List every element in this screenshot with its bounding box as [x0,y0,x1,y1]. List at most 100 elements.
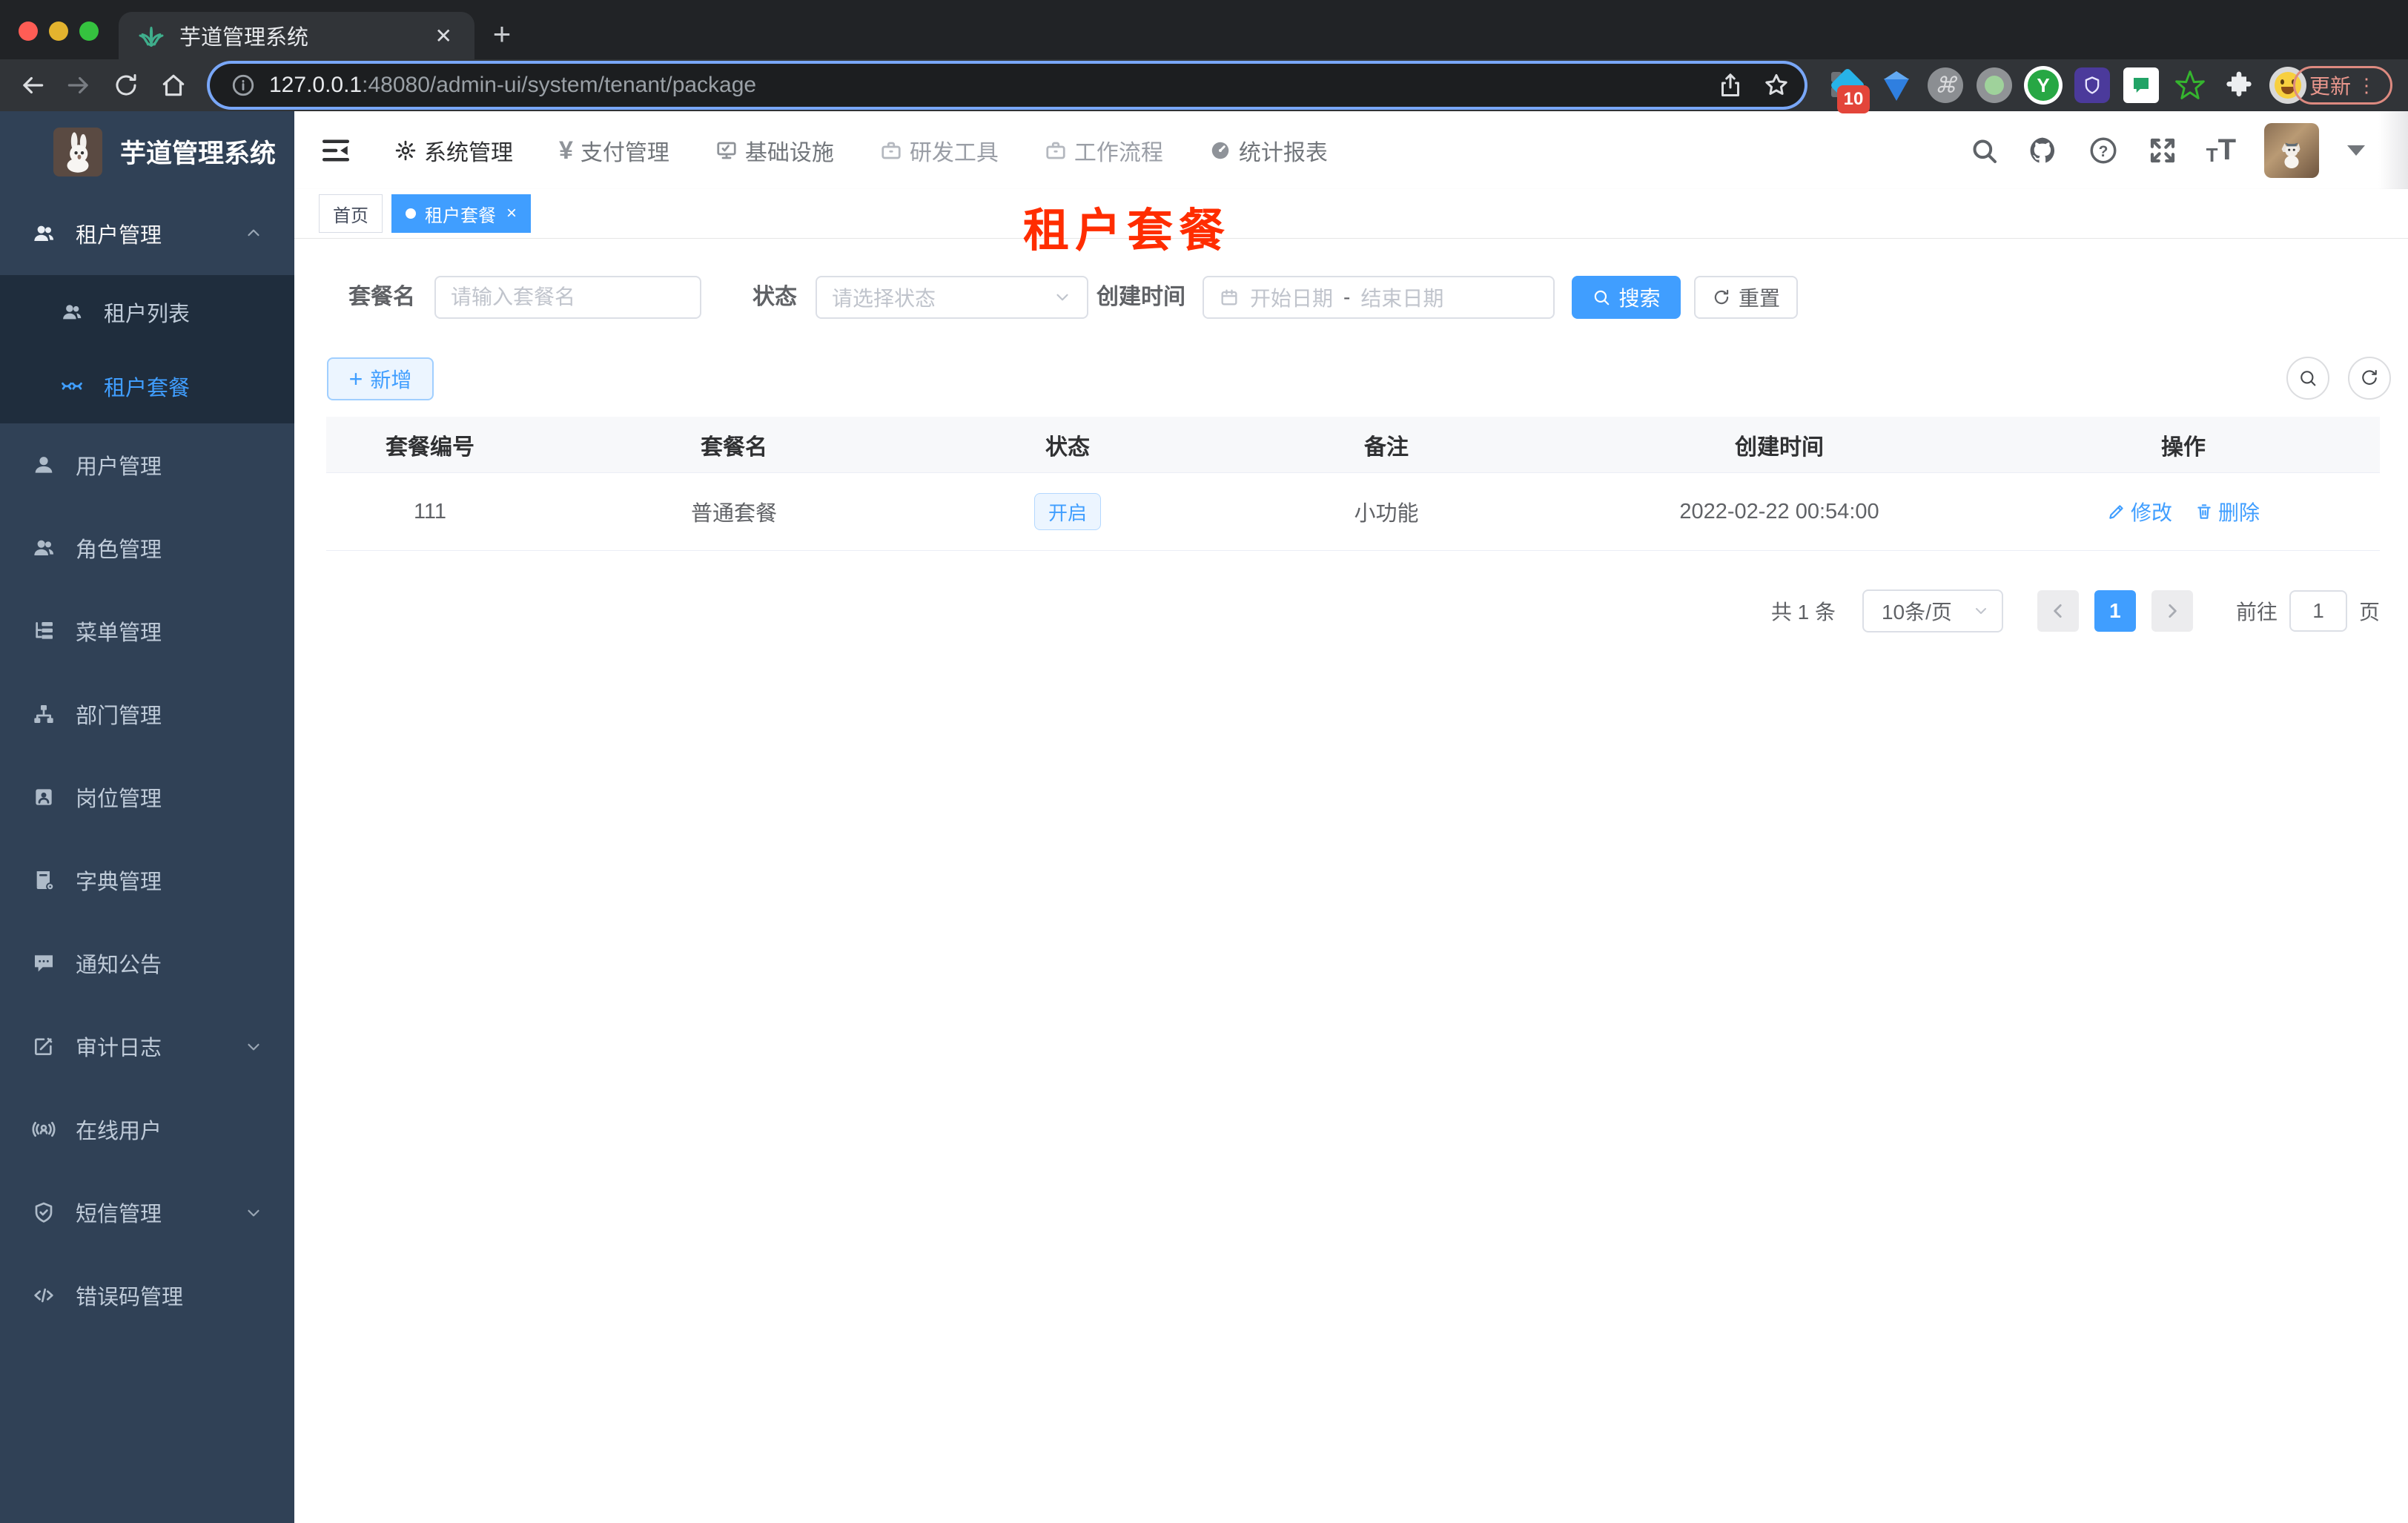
sidebar-collapse-icon[interactable] [319,133,353,168]
table-search-toggle-icon[interactable] [2286,357,2329,400]
fullscreen-icon[interactable] [2147,135,2178,166]
nav-label: 支付管理 [580,140,669,165]
eye-lashes-icon [61,375,83,397]
font-size-icon[interactable]: TT [2206,133,2236,167]
nav-item-system[interactable]: 系统管理 [394,134,513,167]
nav-item-reports[interactable]: 统计报表 [1209,134,1328,167]
sidebar-item-audit-log[interactable]: 审计日志 [0,1005,294,1088]
help-icon[interactable]: ? [2088,135,2119,166]
window-zoom-button[interactable] [79,22,99,41]
date-separator: - [1343,285,1351,308]
new-tab-button[interactable]: + [483,16,520,53]
extension-y-icon[interactable]: Y [2024,66,2063,105]
window-close-button[interactable] [19,22,38,41]
sidebar-item-tenant-list[interactable]: 租户列表 [0,275,294,349]
filter-date-label: 创建时间 [1096,285,1185,309]
reload-icon[interactable] [110,69,142,102]
date-range-picker[interactable]: 开始日期 - 结束日期 [1203,276,1555,319]
package-name-input[interactable] [434,276,701,319]
tag-close-icon[interactable]: × [506,203,517,224]
sidebar-item-online-users[interactable]: 在线用户 [0,1088,294,1171]
browser-update-button[interactable]: 更新 ⋮ [2293,66,2392,105]
goto-page-input[interactable] [2289,590,2347,632]
nav-item-workflow[interactable]: 工作流程 [1045,134,1163,167]
search-button[interactable]: 搜索 [1572,276,1681,319]
back-icon[interactable] [16,69,49,102]
site-info-icon[interactable] [231,73,256,98]
trash-icon [2194,502,2214,521]
page-size-select[interactable]: 10条/页 [1862,589,2003,632]
reset-button[interactable]: 重置 [1694,276,1798,319]
tab-close-icon[interactable]: ✕ [435,24,452,48]
extension-record-icon[interactable] [1975,66,2014,105]
user-avatar[interactable] [2264,122,2319,178]
browser-menu-dots-icon[interactable]: ⋮ [2357,74,2376,97]
tag-home[interactable]: 首页 [319,194,383,233]
browser-tab[interactable]: 芋道管理系统 ✕ [119,12,474,59]
nav-item-infra[interactable]: 基础设施 [715,134,834,167]
search-icon [1592,288,1611,307]
avatar-dropdown-caret-icon[interactable] [2347,145,2365,156]
sidebar-item-notice[interactable]: 通知公告 [0,922,294,1005]
share-icon[interactable] [1717,72,1744,99]
sidebar-item-error-code[interactable]: 错误码管理 [0,1254,294,1337]
table-refresh-icon[interactable] [2348,357,2391,400]
sidebar-item-label: 租户列表 [104,303,191,326]
bookmark-star-icon[interactable] [1763,72,1790,99]
sidebar-item-tenant-mgmt[interactable]: 租户管理 [0,192,294,275]
sidebar-item-label: 短信管理 [76,1203,162,1226]
sidebar-item-post-mgmt[interactable]: 岗位管理 [0,756,294,839]
sidebar-item-dept-mgmt[interactable]: 部门管理 [0,673,294,756]
status-select[interactable]: 请选择状态 [816,276,1088,319]
search-icon[interactable] [1969,136,1999,165]
filter-status-label: 状态 [752,285,797,309]
nav-label: 统计报表 [1238,140,1328,165]
nav-item-payment[interactable]: ¥ 支付管理 [559,134,669,167]
forward-icon[interactable] [62,69,95,102]
extension-shield-icon[interactable] [2073,66,2111,105]
id-badge-icon [31,785,56,809]
nav-label: 系统管理 [424,140,513,165]
page-unit-label: 页 [2358,601,2380,624]
main-area: 系统管理 ¥ 支付管理 基础设施 研发工具 工作流程 统计报表 ? T T 首页… [294,111,2408,1523]
sidebar-item-user-mgmt[interactable]: 用户管理 [0,423,294,506]
sidebar-item-dict-mgmt[interactable]: 字典管理 [0,839,294,922]
edit-link[interactable]: 修改 [2107,497,2172,526]
table-row: 111 普通套餐 开启 小功能 2022-02-22 00:54:00 修改 删… [326,473,2380,551]
tag-tenant-package[interactable]: 租户套餐 × [391,194,532,233]
github-icon[interactable] [2027,134,2060,167]
sidebar-item-label: 用户管理 [76,455,162,479]
url-bar[interactable]: 127.0.0.1:48080/admin-ui/system/tenant/p… [210,64,1805,107]
cell-actions: 修改 删除 [1987,473,2380,550]
prev-page-button[interactable] [2037,590,2079,632]
sidebar-logo-row[interactable]: 芋道管理系统 [0,111,294,192]
sidebar-item-tenant-package[interactable]: 租户套餐 [0,349,294,423]
svg-text:?: ? [2098,142,2108,159]
shield-check-icon [31,1200,56,1224]
peoples-icon [61,301,83,323]
window-minimize-button[interactable] [49,22,68,41]
broadcast-icon [31,1117,56,1141]
extension-puzzle-icon[interactable] [2220,66,2258,105]
extension-diamond-icon[interactable]: 10 [1828,66,1870,113]
add-button[interactable]: + 新增 [327,357,434,400]
next-page-button[interactable] [2151,590,2193,632]
page-number-current[interactable]: 1 [2094,590,2136,632]
sidebar-item-role-mgmt[interactable]: 角色管理 [0,506,294,589]
sidebar-item-label: 租户套餐 [104,377,191,400]
nav-label: 研发工具 [909,140,999,165]
home-icon[interactable] [157,69,190,102]
sidebar-item-menu-mgmt[interactable]: 菜单管理 [0,589,294,673]
sidebar-item-sms-mgmt[interactable]: 短信管理 [0,1171,294,1254]
extension-command-icon[interactable]: ⌘ [1926,66,1965,105]
extension-gem-icon[interactable] [1877,66,1916,105]
url-path: :48080/admin-ui/system/tenant/package [362,73,757,97]
extension-star-icon[interactable] [2171,66,2209,105]
monitor-icon [715,139,738,162]
nav-item-dev-tools[interactable]: 研发工具 [880,134,999,167]
dictionary-icon [31,868,56,892]
refresh-icon [1712,288,1731,307]
delete-link[interactable]: 删除 [2194,497,2260,526]
extension-chat-icon[interactable] [2122,66,2160,105]
col-header-id: 套餐编号 [386,435,474,460]
